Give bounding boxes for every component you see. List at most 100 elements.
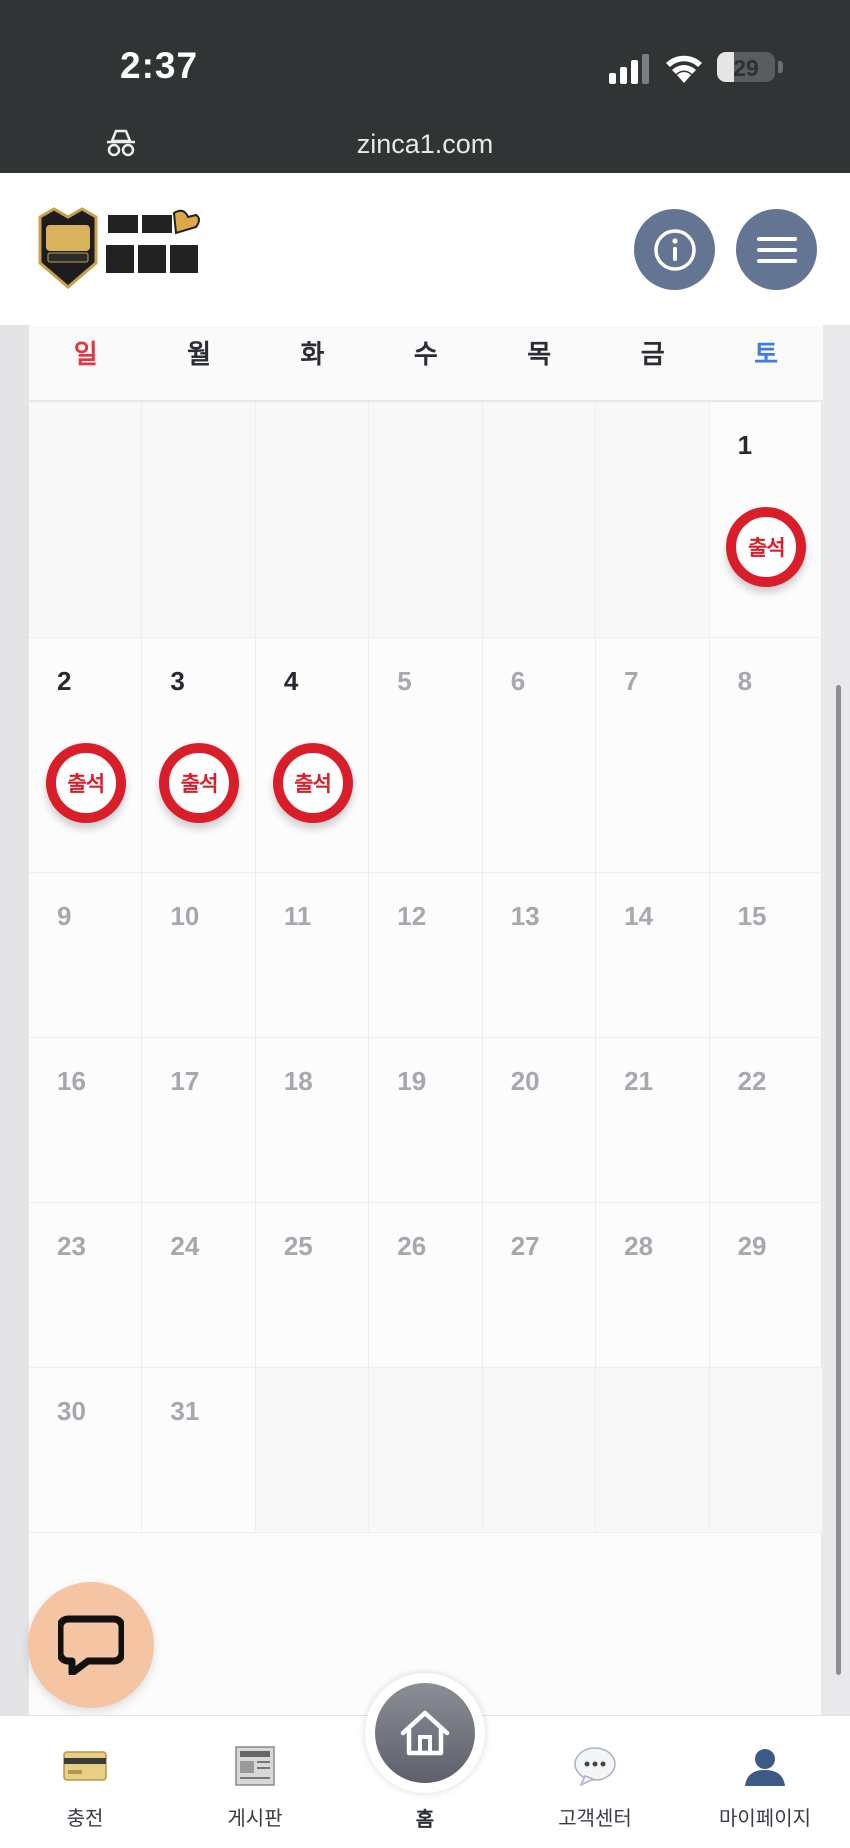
calendar-empty-cell	[142, 402, 256, 638]
calendar-day-cell[interactable]: 2 출석	[29, 638, 143, 873]
calendar-day-cell[interactable]: 10	[142, 873, 256, 1038]
calendar-day-cell[interactable]: 15	[709, 873, 823, 1038]
calendar-day-cell[interactable]: 29	[709, 1203, 823, 1368]
calendar-day-cell[interactable]: 4 출석	[255, 638, 370, 873]
day-number: 6	[510, 666, 526, 696]
day-number: 26	[397, 1231, 427, 1261]
info-button[interactable]	[634, 209, 715, 290]
day-number: 12	[397, 901, 427, 931]
chat-bubble-icon	[58, 1615, 124, 1675]
day-number: 2	[57, 666, 72, 696]
status-bar: 2:37 29 zinca1.com	[0, 0, 850, 173]
day-number: 13	[510, 901, 540, 931]
calendar-day-cell[interactable]: 5	[369, 638, 483, 873]
menu-button[interactable]	[736, 209, 817, 290]
day-number: 3	[170, 666, 185, 696]
battery-cap	[778, 61, 783, 73]
calendar-day-cell[interactable]: 24	[142, 1203, 256, 1368]
calendar-empty-cell	[596, 1368, 710, 1533]
speech-bubble-icon	[574, 1747, 616, 1786]
calendar-empty-cell	[255, 1368, 370, 1533]
calendar-day-cell[interactable]: 17	[142, 1038, 256, 1203]
calendar-day-cell[interactable]: 1 출석	[709, 402, 823, 638]
weekday-label: 일	[73, 339, 98, 369]
newspaper-icon	[235, 1746, 275, 1786]
battery-level: 29	[733, 55, 759, 81]
day-number: 9	[57, 901, 72, 931]
weekday-header: 일월화수목금토	[29, 325, 823, 402]
nav-label-home: 홈	[415, 1809, 435, 1831]
calendar-day-cell[interactable]: 3 출석	[142, 638, 256, 873]
calendar-day-cell[interactable]: 22	[709, 1038, 823, 1203]
url-bar[interactable]: zinca1.com	[0, 129, 850, 160]
calendar-day-cell[interactable]: 25	[255, 1203, 370, 1368]
home-button[interactable]	[375, 1683, 475, 1783]
day-number: 16	[57, 1066, 86, 1096]
calendar-day-cell[interactable]: 16	[29, 1038, 143, 1203]
day-number: 11	[283, 901, 312, 931]
calendar-day-cell[interactable]: 19	[369, 1038, 483, 1203]
day-number: 20	[510, 1066, 540, 1096]
calendar-day-cell[interactable]: 6	[482, 638, 597, 873]
calendar-day-cell[interactable]: 23	[29, 1203, 143, 1368]
scrollbar[interactable]	[836, 685, 841, 1675]
calendar-day-cell[interactable]: 9	[29, 873, 143, 1038]
attendance-stamp-label: 출석	[279, 750, 346, 816]
weekday-label: 목	[527, 339, 552, 369]
attendance-stamp-label: 출석	[52, 750, 119, 816]
calendar-day-cell[interactable]: 31	[142, 1368, 256, 1533]
attendance-stamp-label: 출석	[733, 514, 800, 580]
day-number: 25	[283, 1231, 313, 1261]
weekday-label: 월	[187, 339, 212, 369]
calendar-day-cell[interactable]: 13	[482, 873, 597, 1038]
day-number: 8	[737, 666, 753, 696]
day-number: 22	[737, 1066, 767, 1096]
day-number: 27	[510, 1231, 540, 1261]
calendar-day-cell[interactable]: 27	[482, 1203, 597, 1368]
wifi-icon	[666, 55, 702, 83]
calendar-day-cell[interactable]: 21	[596, 1038, 710, 1203]
day-number: 31	[170, 1396, 200, 1426]
day-number: 24	[170, 1231, 200, 1261]
user-icon	[745, 1749, 785, 1786]
day-number: 21	[624, 1066, 654, 1096]
calendar-empty-cell	[709, 1368, 823, 1533]
calendar-day-cell[interactable]: 7	[596, 638, 710, 873]
day-number: 28	[624, 1231, 654, 1261]
chat-button[interactable]	[28, 1582, 154, 1708]
attendance-stamp: 출석	[159, 743, 240, 823]
calendar-day-cell[interactable]: 26	[369, 1203, 483, 1368]
calendar-day-cell[interactable]: 11	[255, 873, 370, 1038]
attendance-stamp: 출석	[726, 507, 807, 587]
day-number: 19	[397, 1066, 427, 1096]
day-number: 10	[170, 901, 200, 931]
day-number: 17	[170, 1066, 200, 1096]
hamburger-menu-icon	[756, 236, 797, 263]
calendar-empty-cell	[482, 402, 597, 638]
day-number: 29	[737, 1231, 767, 1261]
day-number: 4	[283, 666, 299, 696]
info-icon	[653, 228, 696, 271]
calendar-day-cell[interactable]: 30	[29, 1368, 143, 1533]
casino-logo[interactable]	[34, 205, 206, 297]
day-number: 30	[57, 1396, 86, 1426]
weekday-label: 화	[300, 339, 325, 369]
day-number: 15	[737, 901, 767, 931]
weekday-label: 금	[640, 339, 665, 369]
calendar-empty-cell	[369, 1368, 483, 1533]
attendance-stamp: 출석	[272, 743, 353, 823]
calendar-day-cell[interactable]: 18	[255, 1038, 370, 1203]
attendance-stamp: 출석	[45, 743, 126, 823]
calendar-day-cell[interactable]: 20	[482, 1038, 597, 1203]
day-number: 5	[397, 666, 412, 696]
battery-icon: 29	[717, 52, 775, 82]
day-number: 1	[737, 430, 753, 460]
calendar-day-cell[interactable]: 12	[369, 873, 483, 1038]
calendar-day-cell[interactable]: 14	[596, 873, 710, 1038]
attendance-stamp-label: 출석	[166, 750, 233, 816]
calendar-day-cell[interactable]: 8	[709, 638, 823, 873]
day-number: 14	[624, 901, 654, 931]
attendance-calendar: 일 월 화 수 목 금 토 1 출석 2 출석 3 출석 4 출석 5 6 7 8 9 10 11 12 13 14 15 16 1…	[28, 325, 823, 1715]
cellular-signal-icon	[609, 54, 649, 84]
calendar-day-cell[interactable]: 28	[596, 1203, 710, 1368]
